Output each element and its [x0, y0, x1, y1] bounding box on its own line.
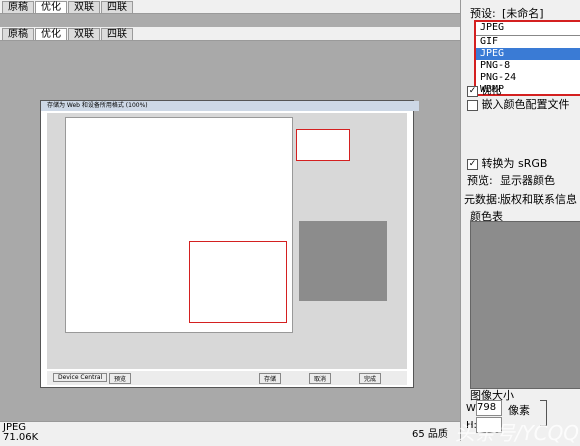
tab-4up[interactable]: 四联 [101, 1, 133, 13]
embed-profile-checkbox[interactable] [467, 99, 478, 111]
embedded-format-menu [296, 129, 350, 161]
tab-4up-2[interactable]: 四联 [101, 28, 133, 40]
preview-select[interactable]: 显示器颜色 [500, 172, 555, 188]
convert-srgb-row[interactable]: 转换为 sRGB [467, 155, 547, 171]
preset-select[interactable]: [未命名] [502, 5, 544, 21]
optimize-checkbox-row[interactable]: 优化 [467, 82, 502, 97]
width-input[interactable]: 798 [476, 400, 502, 416]
status-bar [0, 421, 460, 442]
embedded-save-button: 存储 [259, 373, 282, 384]
format-option-png8[interactable]: PNG-8 [476, 60, 580, 72]
embedded-color-table [299, 221, 387, 301]
format-option-gif[interactable]: GIF [476, 36, 580, 48]
tab-2up[interactable]: 双联 [68, 1, 100, 13]
view-tabs-top: 原稿 优化 双联 四联 [0, 0, 462, 14]
metadata-label: 元数据: [464, 193, 501, 206]
embedded-done-button: 完成 [359, 373, 382, 384]
convert-srgb-label: 转换为 sRGB [481, 157, 548, 170]
embedded-button-row: Device Central 预览 存储 取消 完成 [47, 371, 407, 385]
width-unit: 像素 [508, 404, 530, 417]
tab-original[interactable]: 原稿 [2, 1, 34, 13]
preview-label: 预览: [467, 174, 493, 187]
metadata-select[interactable]: 版权和联系信息 [500, 191, 577, 207]
convert-srgb-checkbox[interactable] [467, 158, 478, 170]
watermark: 头条号/YCQQ [455, 421, 580, 445]
tab-optimized[interactable]: 优化 [35, 1, 67, 13]
tab-original-2[interactable]: 原稿 [2, 28, 34, 40]
format-select[interactable]: JPEG [476, 22, 580, 36]
embedded-screenshot: 存储为 Web 和设备所用格式 (100%) Device Central 预览… [40, 100, 419, 388]
embedded-device-central-button: Device Central [53, 373, 108, 382]
tab-2up-2[interactable]: 双联 [68, 28, 100, 40]
quality-readout: 65 品质 [412, 429, 448, 440]
embedded-cancel-button: 取消 [309, 373, 332, 384]
embedded-preview-button: 预览 [109, 373, 132, 384]
format-option-jpeg[interactable]: JPEG [476, 48, 580, 60]
tab-optimized-2[interactable]: 优化 [35, 28, 67, 40]
color-table [470, 221, 580, 389]
optimize-checkbox[interactable] [467, 85, 478, 97]
embedded-format-list [189, 241, 287, 323]
preset-label: 预设: [470, 7, 496, 20]
embed-profile-label: 嵌入颜色配置文件 [481, 98, 570, 111]
view-tabs-second: 原稿 优化 双联 四联 [0, 27, 462, 41]
output-size-label: 71.06K [3, 432, 39, 443]
embed-profile-row[interactable]: 嵌入颜色配置文件 [467, 96, 570, 112]
embedded-title: 存储为 Web 和设备所用格式 (100%) [41, 101, 419, 111]
